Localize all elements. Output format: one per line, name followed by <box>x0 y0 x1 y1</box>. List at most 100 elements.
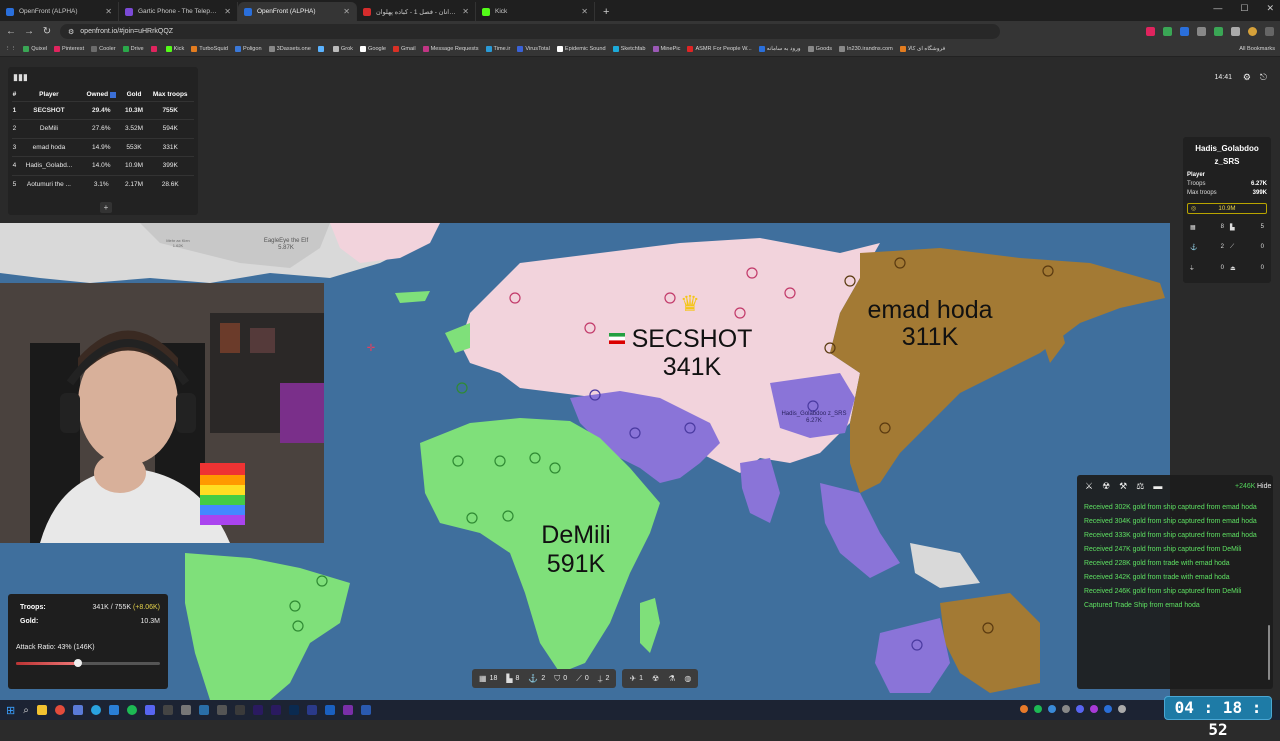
discord-icon[interactable] <box>144 705 155 715</box>
build-sam-button[interactable]: ⍊ 2 <box>598 674 610 684</box>
bookmark-item[interactable]: Grok <box>332 46 353 52</box>
app-icon[interactable] <box>306 705 317 715</box>
bookmark-item[interactable]: Message Requests <box>422 46 479 52</box>
bookmark-item[interactable]: TurboSquid <box>191 46 228 52</box>
app-icon[interactable] <box>180 705 191 715</box>
exit-icon[interactable]: ⎋ <box>1260 72 1267 83</box>
chrome-icon[interactable] <box>54 705 65 715</box>
after-effects-icon[interactable] <box>252 705 263 715</box>
app-icon[interactable] <box>216 705 227 715</box>
premiere-icon[interactable] <box>270 705 281 715</box>
all-bookmarks-button[interactable]: All Bookmarks <box>1239 46 1275 52</box>
leaderboard-row[interactable]: 4 Hadis_Golabd... 14.0% 10.9M 399K <box>12 156 194 175</box>
extension-icon[interactable] <box>1214 27 1223 36</box>
browser-tab[interactable]: Kick ✕ <box>476 2 595 21</box>
telegram-icon[interactable] <box>90 705 101 715</box>
tray-icon[interactable] <box>1048 705 1056 713</box>
minimize-icon[interactable]: — <box>1213 3 1222 14</box>
app-icon[interactable] <box>234 705 245 715</box>
bookmark-item[interactable]: ln230.irandns.com <box>839 46 893 52</box>
game-viewport[interactable]: ♛ SECSHOT 341K emad hoda 311K DeMili 591… <box>0 57 1280 700</box>
bookmark-item[interactable]: Cooler <box>91 46 116 52</box>
menu-icon[interactable] <box>1265 27 1274 36</box>
app-icon[interactable] <box>324 705 335 715</box>
build-bomb-button[interactable]: ◍ <box>684 674 691 683</box>
photoshop-icon[interactable] <box>288 705 299 715</box>
bookmark-item[interactable]: Epidemic Sound <box>556 46 606 52</box>
bookmark-item[interactable]: Time.ir <box>485 46 510 52</box>
bookmark-item[interactable]: Drive <box>122 46 144 52</box>
build-defense-button[interactable]: ⛉ 0 <box>554 674 567 684</box>
tray-icon[interactable] <box>1090 705 1098 713</box>
explorer-icon[interactable] <box>36 705 47 715</box>
bookmark-item[interactable]: فروشگاه ای کالا <box>899 46 945 52</box>
extension-icon[interactable] <box>1163 27 1172 36</box>
browser-tab[interactable]: پهلوانان - فصل 1 - کباده پهلوان ✕ <box>357 2 476 21</box>
maximize-icon[interactable]: ☐ <box>1240 3 1248 14</box>
app-icon[interactable] <box>72 705 83 715</box>
hide-events-button[interactable]: Hide <box>1257 483 1271 490</box>
player-header[interactable]: Player <box>17 89 81 101</box>
bookmark-item[interactable]: Kick <box>165 46 184 52</box>
build-missile-button[interactable]: ⟋ 0 <box>576 674 589 684</box>
start-icon[interactable]: ⊞ <box>6 704 15 717</box>
build-factory-button[interactable]: ▙ 8 <box>506 674 519 683</box>
settings-icon[interactable]: ⚙ <box>1243 72 1251 83</box>
extension-icon[interactable] <box>1231 27 1240 36</box>
app-icon[interactable] <box>360 705 371 715</box>
back-icon[interactable]: ← <box>6 26 16 37</box>
profile-icon[interactable] <box>1248 27 1257 36</box>
app-icon[interactable] <box>108 705 119 715</box>
extension-icon[interactable] <box>1197 27 1206 36</box>
reload-icon[interactable]: ↻ <box>42 26 52 37</box>
bookmark-item[interactable]: VirusTotal <box>517 46 550 52</box>
leaderboard-row[interactable]: 1 SECSHOT 29.4% 10.3M 755K <box>12 100 194 120</box>
bookmark-item[interactable]: Poligon <box>234 46 262 52</box>
gold-header[interactable]: Gold <box>122 89 147 101</box>
build-city-button[interactable]: ▦ 18 <box>479 674 497 683</box>
close-icon[interactable]: ✕ <box>581 7 588 16</box>
tray-icon[interactable] <box>1062 705 1070 713</box>
spotify-icon[interactable] <box>126 705 137 715</box>
close-icon[interactable]: ✕ <box>462 7 469 16</box>
browser-tab[interactable]: Gartic Phone - The Telephone G ✕ <box>119 2 238 21</box>
tray-icon[interactable] <box>1020 705 1028 713</box>
bookmark-item[interactable]: Gmail <box>393 46 416 52</box>
nuke-filter-icon[interactable]: ☢ <box>1102 481 1110 492</box>
expand-leaderboard-button[interactable]: + <box>100 202 112 213</box>
bookmark-item[interactable]: Pinterest <box>54 46 84 52</box>
events-scrollbar[interactable] <box>1268 625 1270 680</box>
new-tab-button[interactable]: + <box>603 6 609 18</box>
tray-icon[interactable] <box>1104 705 1112 713</box>
build-nuke-button[interactable]: ☢ <box>652 674 659 683</box>
bookmark-item[interactable]: Sketchfab <box>612 46 646 52</box>
bookmark-item[interactable]: 3Dassets.one <box>268 46 311 52</box>
extension-icon[interactable] <box>1146 27 1155 36</box>
sword-icon[interactable]: ⚔ <box>1085 481 1093 492</box>
close-icon[interactable]: ✕ <box>105 7 112 16</box>
search-icon[interactable]: ⌕ <box>23 705 29 716</box>
leaderboard-icon[interactable]: ▮▮▮ <box>13 72 28 83</box>
browser-tab-active[interactable]: OpenFront (ALPHA) ✕ <box>238 2 357 21</box>
forward-icon[interactable]: → <box>24 26 34 37</box>
tray-icon[interactable] <box>1076 705 1084 713</box>
bookmark-item[interactable] <box>317 46 326 52</box>
max-troops-header[interactable]: Max troops <box>146 89 194 101</box>
app-icon[interactable] <box>198 705 209 715</box>
attack-ratio-knob[interactable] <box>73 659 82 667</box>
close-icon[interactable]: ✕ <box>343 7 350 16</box>
handshake-icon[interactable]: ⚖ <box>1136 481 1144 492</box>
tray-icon[interactable] <box>1118 705 1126 713</box>
close-window-icon[interactable]: ✕ <box>1266 3 1274 14</box>
wrench-icon[interactable]: ⚒ <box>1119 481 1127 492</box>
attack-ratio-slider[interactable] <box>16 659 160 667</box>
site-info-icon[interactable]: ⚙ <box>68 28 74 36</box>
chat-icon[interactable]: ▬ <box>1153 481 1162 492</box>
close-icon[interactable]: ✕ <box>224 7 231 16</box>
owned-header[interactable]: Owned <box>81 89 122 101</box>
bookmark-item[interactable]: ورود به سامانه <box>758 46 801 52</box>
bookmark-item[interactable]: Quixel <box>23 46 47 52</box>
bookmark-item[interactable]: Google <box>359 46 386 52</box>
app-icon[interactable] <box>162 705 173 715</box>
tray-icon[interactable] <box>1034 705 1042 713</box>
